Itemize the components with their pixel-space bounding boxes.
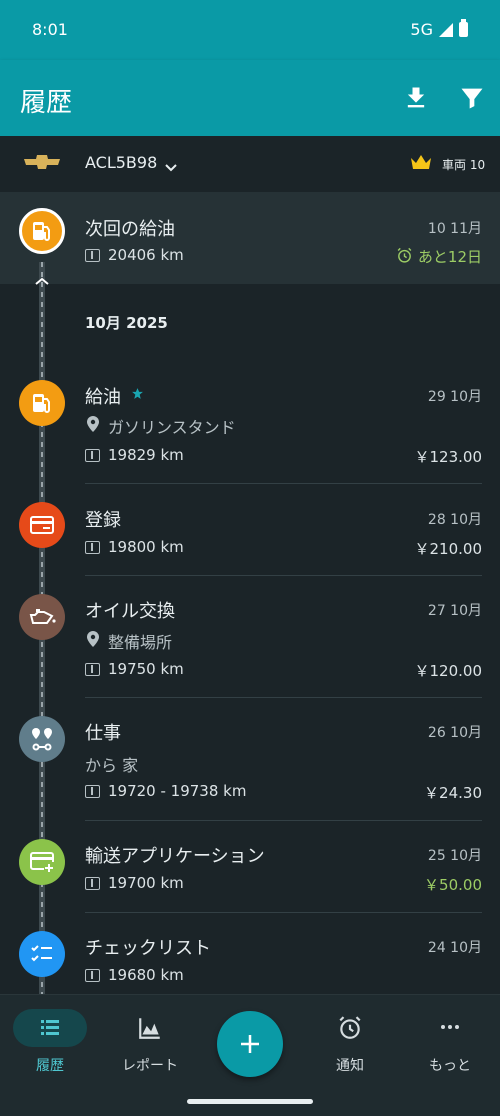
filter-icon[interactable] [458,84,486,112]
route-icon [19,716,65,762]
nav-label: レポート [122,1058,178,1074]
fuel-pump-icon [19,380,65,426]
vehicle-plate[interactable]: ACL5B98 [85,153,157,172]
alarm-icon [396,247,413,268]
next-fill-title: 次回の給油 [85,219,175,240]
status-time: 8:01 [32,20,68,39]
crown-icon [410,154,432,176]
network-label: 5G [410,20,433,39]
entry-price: ￥50.00 [424,876,482,894]
vehicle-selector[interactable]: ACL5B98 車両 10 [0,136,500,192]
entry-date: 24 10月 [427,940,482,956]
entry-price: ￥24.30 [424,784,482,802]
status-icons: 5G [410,19,468,39]
history-list-icon [38,1015,62,1043]
entry-odometer: 19700 km [108,874,184,892]
vehicle-count[interactable]: 車両 10 [442,156,485,173]
entry-date: 27 10月 [427,603,482,619]
odometer-icon [85,541,100,554]
nav-label: もっと [429,1058,471,1074]
entry-title: 輸送アプリケーション [85,846,265,867]
plus-icon [241,1035,259,1053]
entry-title: チェックリスト [85,938,211,959]
divider [85,575,482,576]
nav-more[interactable]: もっと [400,995,500,1095]
odometer-icon [85,785,100,798]
chevron-down-icon[interactable] [164,158,178,177]
divider [85,697,482,698]
card-icon [19,502,65,548]
entry-date: 25 10月 [427,848,482,864]
nav-label: 通知 [336,1058,364,1074]
odometer-icon [85,969,100,982]
entry-odometer: 19750 km [108,660,184,678]
odometer-icon [85,663,100,676]
next-fill-alert: あと12日 [417,248,482,266]
nav-notifications[interactable]: 通知 [300,995,400,1095]
entry-date: 28 10月 [427,512,482,528]
oil-can-icon [19,594,65,640]
nav-report[interactable]: レポート [100,995,200,1095]
entry-date: 29 10月 [427,389,482,405]
entry-price: ￥120.00 [414,662,483,680]
odometer-icon [85,249,100,262]
page-title: 履歴 [20,88,73,118]
chevrolet-logo [24,154,60,173]
location-pin-icon [87,631,99,651]
entry-odometer: 19720 - 19738 km [108,782,247,800]
divider [85,820,482,821]
entry-odometer: 19680 km [108,966,184,984]
alarm-icon [337,1015,363,1045]
checklist-icon [19,931,65,977]
location-pin-icon [87,416,99,436]
download-icon[interactable] [402,84,430,112]
next-fill-card[interactable] [0,192,500,284]
entry-odometer: 19829 km [108,446,184,464]
more-icon [438,1015,462,1043]
card-plus-icon [19,839,65,885]
entry-price: ￥210.00 [414,540,483,558]
entry-route: から 家 [85,756,139,775]
entry-location: ガソリンスタンド [108,418,236,437]
entry-title: 登録 [85,510,121,531]
entry-location: 整備場所 [108,633,173,652]
gesture-bar[interactable] [187,1099,313,1104]
add-button[interactable] [217,1011,283,1077]
entry-title: 仕事 [85,723,121,744]
timeline-arrow-icon [35,277,49,285]
nav-history[interactable]: 履歴 [0,995,100,1095]
entry-title: 給油 [85,387,121,408]
fuel-pump-icon [19,208,65,254]
divider [85,483,482,484]
divider [85,912,482,913]
next-fill-date: 10 11月 [427,221,482,237]
chart-icon [137,1015,163,1045]
entry-odometer: 19800 km [108,538,184,556]
entry-price: ￥123.00 [414,448,483,466]
odometer-icon [85,449,100,462]
signal-icon [439,22,453,37]
status-bar: 8:01 5G [0,0,500,60]
entry-date: 26 10月 [427,725,482,741]
nav-label: 履歴 [36,1058,64,1074]
next-fill-odometer: 20406 km [108,246,184,264]
entry-title: オイル交換 [85,601,175,622]
app-bar: 履歴 [0,60,500,136]
month-header: 10月 2025 [85,314,168,332]
odometer-icon [85,877,100,890]
battery-icon [459,19,468,37]
star-icon [131,385,144,404]
